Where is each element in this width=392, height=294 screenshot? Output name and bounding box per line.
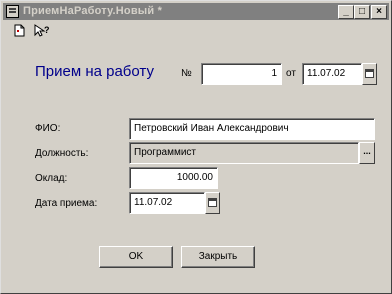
date-field[interactable]: 11.07.02: [302, 63, 362, 85]
close-window-button[interactable]: ×: [371, 5, 387, 19]
calendar-icon: [365, 69, 374, 78]
window-icon[interactable]: [6, 5, 19, 18]
fio-field[interactable]: Петровский Иван Александрович: [129, 118, 375, 140]
position-select-button[interactable]: ...: [359, 142, 375, 164]
calendar-icon: [208, 198, 217, 207]
dialog-window: ПриемНаРаботу.Новый * _ □ × ? Прием на р…: [0, 0, 392, 294]
salary-label: Оклад:: [35, 173, 68, 184]
title-bar[interactable]: ПриемНаРаботу.Новый * _ □ ×: [3, 3, 389, 20]
help-pointer-icon[interactable]: ?: [33, 24, 51, 42]
hire-date-label: Дата приема:: [35, 198, 98, 209]
document-icon[interactable]: [11, 24, 29, 42]
hire-date-picker-button[interactable]: [205, 192, 220, 214]
minimize-button[interactable]: _: [338, 5, 354, 19]
number-field[interactable]: 1: [201, 63, 282, 85]
close-button[interactable]: Закрыть: [181, 246, 255, 268]
position-field[interactable]: Программист: [129, 142, 359, 164]
maximize-button[interactable]: □: [354, 5, 370, 19]
date-picker-button[interactable]: [362, 63, 377, 85]
date-label: от: [286, 68, 296, 79]
svg-text:?: ?: [44, 25, 50, 35]
salary-field[interactable]: 1000.00: [129, 167, 218, 189]
ok-button[interactable]: OK: [99, 246, 173, 268]
fio-label: ФИО:: [35, 123, 61, 134]
number-label: №: [181, 68, 192, 79]
window-title: ПриемНаРаботу.Новый *: [23, 5, 163, 17]
toolbar: ?: [3, 21, 389, 43]
position-label: Должность:: [35, 148, 89, 159]
form-title: Прием на работу: [35, 63, 154, 80]
hire-date-field[interactable]: 11.07.02: [129, 192, 205, 214]
